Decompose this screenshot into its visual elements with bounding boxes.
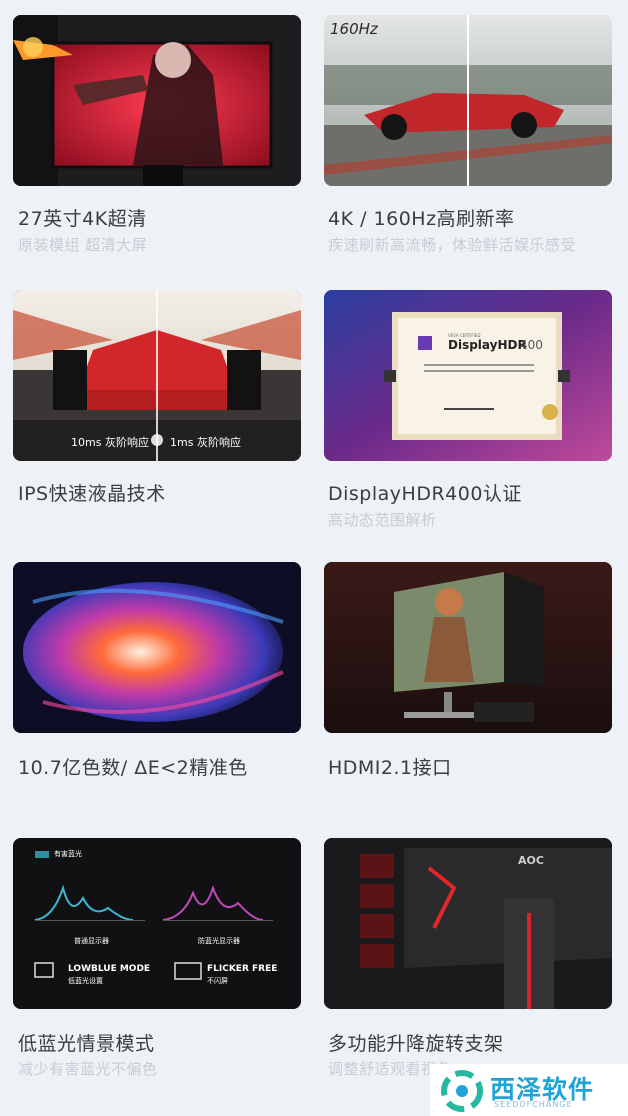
mode2-cn: 不闪屏 xyxy=(207,977,228,985)
response-left-label: 10ms 灰阶响应 xyxy=(71,436,149,449)
feature-image-color xyxy=(13,562,301,733)
feature-image-4k xyxy=(13,15,301,186)
feature-subtitle: 高动态范围解析 xyxy=(328,511,437,529)
watermark: 西泽软件 SEEDOFCHANGE xyxy=(430,1064,628,1116)
mode1-cn: 低蓝光设置 xyxy=(68,977,103,985)
cert-level: 400 xyxy=(520,338,543,352)
feature-title: IPS快速液晶技术 xyxy=(18,483,166,505)
feature-title: 低蓝光情景模式 xyxy=(18,1033,155,1055)
brand-logo: AOC xyxy=(518,854,544,867)
feature-title: 27英寸4K超清 xyxy=(18,208,147,230)
feature-subtitle: 减少有害蓝光不偏色 xyxy=(18,1060,158,1078)
chart-left-label: 普通显示器 xyxy=(74,937,109,945)
chart-right-label: 防蓝光显示器 xyxy=(198,937,240,945)
refresh-rate-label: 160Hz xyxy=(330,20,378,38)
watermark-subtext: SEEDOFCHANGE xyxy=(494,1100,573,1109)
feature-image-hdmi xyxy=(324,562,612,733)
feature-image-ips xyxy=(13,290,301,461)
feature-image-160hz xyxy=(324,15,612,186)
feature-image-lowblue xyxy=(13,838,301,1009)
feature-title: HDMI2.1接口 xyxy=(328,757,452,779)
feature-image-hdr xyxy=(324,290,612,461)
cert-brand: DisplayHDR xyxy=(448,338,527,352)
feature-title: 10.7亿色数/ ΔE<2精准色 xyxy=(18,757,248,779)
panel-header: 有害蓝光 xyxy=(54,850,82,858)
feature-title: 多功能升降旋转支架 xyxy=(328,1033,504,1055)
feature-subtitle: 疾速刷新高流畅，体验鲜活娱乐感受 xyxy=(328,236,577,254)
mode1-en: LOWBLUE MODE xyxy=(68,964,151,974)
mode2-en: FLICKER FREE xyxy=(207,964,278,974)
feature-title: 4K / 160Hz高刷新率 xyxy=(328,208,515,230)
response-right-label: 1ms 灰阶响应 xyxy=(170,436,241,449)
watermark-logo-icon xyxy=(441,1070,483,1112)
feature-subtitle: 原装模组 超清大屏 xyxy=(18,236,148,254)
feature-image-stand xyxy=(324,838,612,1009)
feature-title: DisplayHDR400认证 xyxy=(328,483,522,505)
